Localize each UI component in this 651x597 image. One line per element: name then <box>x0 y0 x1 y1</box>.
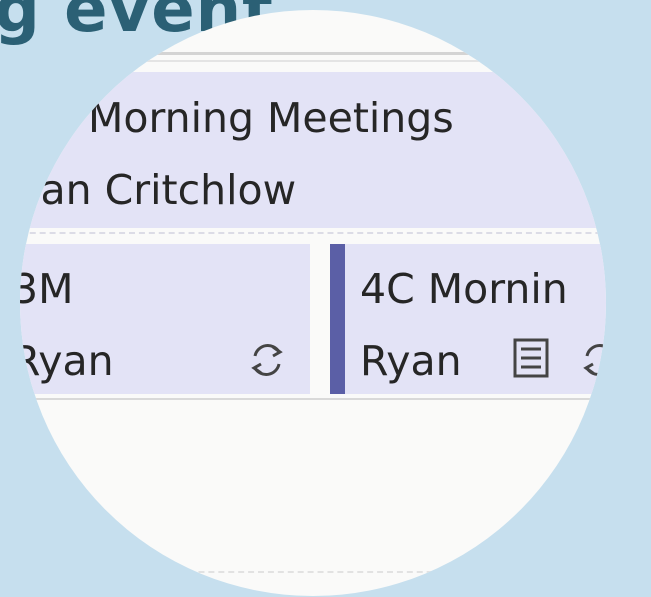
event-accent-bar <box>330 244 345 394</box>
divider <box>20 232 606 234</box>
event-organizer: Ryan <box>360 337 462 385</box>
divider <box>20 60 606 62</box>
magnified-calendar-view: Morning Meetings Ryan Critchlow 3M Ryan … <box>20 10 606 596</box>
event-title: 3M <box>20 265 74 313</box>
divider <box>20 398 606 400</box>
event-title: Morning Meetings <box>88 94 454 142</box>
notes-icon <box>513 338 549 378</box>
divider <box>20 52 606 55</box>
divider <box>20 571 606 573</box>
event-organizer: Ryan Critchlow <box>20 166 297 214</box>
recurring-icon <box>583 344 606 376</box>
event-title: 4C Mornin <box>360 265 568 313</box>
event-organizer: Ryan <box>20 337 114 385</box>
recurring-icon <box>251 344 283 376</box>
